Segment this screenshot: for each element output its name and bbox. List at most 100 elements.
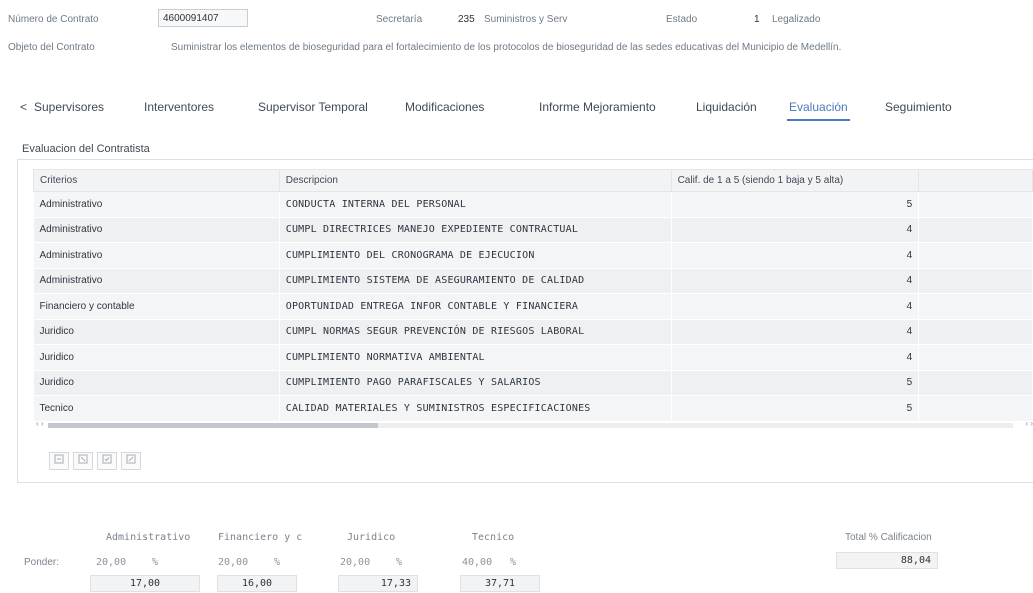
contract-header-row: Número de Contrato Secretaría 235 Sumini…	[0, 10, 1033, 32]
calif-cell[interactable]: 4	[671, 319, 920, 345]
calif-cell[interactable]: 4	[671, 293, 920, 320]
criterio-cell: Administrativo	[33, 217, 280, 243]
evaluation-table: Criterios Descripcion Calif. de 1 a 5 (s…	[33, 169, 1033, 422]
tab-bar: < Supervisores Interventores Supervisor …	[0, 92, 1033, 126]
total-calificacion-value: 88,04	[836, 552, 938, 569]
contract-object-row: Objeto del Contrato Suministrar los elem…	[0, 38, 1033, 60]
table-row[interactable]: Juridico CUMPLIMIENTO NORMATIVA AMBIENTA…	[33, 344, 1033, 371]
summary-header-financiero: Financiero y c	[218, 532, 303, 543]
empty-cell	[918, 370, 1033, 396]
descripcion-cell: CUMPLIMIENTO PAGO PARAFISCALES Y SALARIO…	[279, 370, 672, 396]
summary-header-administrativo: Administrativo	[106, 532, 191, 543]
total-calificacion-label: Total % Calificacion	[845, 532, 932, 543]
empty-cell	[918, 268, 1033, 294]
descripcion-cell: CUMPLIMIENTO DEL CRONOGRAMA DE EJECUCION	[279, 242, 672, 269]
secretaria-label: Secretaría	[376, 14, 423, 25]
secretaria-name: Suministros y Serv	[484, 14, 568, 25]
empty-cell	[918, 217, 1033, 243]
criterio-cell: Juridico	[33, 344, 280, 371]
calif-cell[interactable]: 4	[671, 344, 920, 371]
ponder-juridico-unit: %	[396, 557, 403, 568]
empty-cell	[918, 319, 1033, 345]
section-title: Evaluacion del Contratista	[22, 143, 150, 155]
table-row[interactable]: Administrativo CUMPLIMIENTO SISTEMA DE A…	[33, 268, 1033, 294]
ponder-financiero-unit: %	[274, 557, 281, 568]
criterio-cell: Juridico	[33, 319, 280, 345]
ponder-tecnico-unit: %	[510, 557, 517, 568]
table-row[interactable]: Financiero y contable OPORTUNIDAD ENTREG…	[33, 293, 1033, 320]
calif-cell[interactable]: 5	[671, 395, 920, 422]
empty-cell	[918, 242, 1033, 269]
scroll-arrows-left-icon[interactable]: ‹ ›	[36, 419, 44, 428]
ponder-administrativo-value: 20,00	[96, 557, 127, 568]
scroll-arrows-right-icon[interactable]: ‹ ›	[1025, 419, 1033, 428]
estado-code: 1	[754, 14, 760, 25]
contract-object-value: Suministrar los elementos de biosegurida…	[171, 42, 842, 53]
tab-supervisores[interactable]: Supervisores	[34, 100, 104, 114]
empty-cell	[918, 293, 1033, 320]
empty-cell	[918, 344, 1033, 371]
descripcion-cell: CUMPL DIRECTRICES MANEJO EXPEDIENTE CONT…	[279, 217, 672, 243]
ponder-administrativo-unit: %	[152, 557, 159, 568]
select-all-icon[interactable]	[97, 452, 117, 470]
criterio-cell: Administrativo	[33, 268, 280, 294]
calif-cell[interactable]: 4	[671, 268, 920, 294]
horizontal-scrollbar[interactable]: ‹ › ‹ ›	[36, 419, 1033, 429]
empty-cell	[918, 395, 1033, 422]
table-row[interactable]: Administrativo CUMPLIMIENTO DEL CRONOGRA…	[33, 242, 1033, 269]
descripcion-cell: CALIDAD MATERIALES Y SUMINISTROS ESPECIF…	[279, 395, 672, 422]
calc-financiero: 16,00	[217, 575, 297, 592]
secretaria-code: 235	[458, 14, 475, 25]
table-row[interactable]: Juridico CUMPL NORMAS SEGUR PREVENCIÓN D…	[33, 319, 1033, 345]
summary-header-tecnico: Tecnico	[472, 532, 515, 543]
table-row[interactable]: Tecnico CALIDAD MATERIALES Y SUMINISTROS…	[33, 395, 1033, 422]
tab-informe-mejoramiento[interactable]: Informe Mejoramiento	[539, 100, 656, 114]
descripcion-cell: OPORTUNIDAD ENTREGA INFOR CONTABLE Y FIN…	[279, 293, 672, 320]
criterio-cell: Administrativo	[33, 242, 280, 269]
table-row[interactable]: Administrativo CONDUCTA INTERNA DEL PERS…	[33, 191, 1033, 218]
ponder-label: Ponder:	[24, 557, 60, 568]
tab-liquidacion[interactable]: Liquidación	[696, 100, 757, 114]
ponder-juridico-value: 20,00	[340, 557, 371, 568]
tab-seguimiento[interactable]: Seguimiento	[885, 100, 952, 114]
estado-label: Estado	[666, 14, 698, 25]
estado-name: Legalizado	[772, 14, 821, 25]
deselect-all-icon[interactable]	[121, 452, 141, 470]
tab-evaluacion[interactable]: Evaluación	[787, 100, 850, 121]
descripcion-cell: CUMPL NORMAS SEGUR PREVENCIÓN DE RIESGOS…	[279, 319, 672, 345]
calif-cell[interactable]: 4	[671, 242, 920, 269]
tab-supervisor-temporal[interactable]: Supervisor Temporal	[258, 100, 368, 114]
scroll-thumb[interactable]	[48, 423, 378, 428]
descripcion-cell: CONDUCTA INTERNA DEL PERSONAL	[279, 191, 672, 218]
criterio-cell: Juridico	[33, 370, 280, 396]
insert-row-icon[interactable]	[49, 452, 69, 470]
criterio-cell: Administrativo	[33, 191, 280, 218]
criterio-cell: Financiero y contable	[33, 293, 280, 320]
tab-modificaciones[interactable]: Modificaciones	[405, 100, 484, 114]
table-header-row: Criterios Descripcion Calif. de 1 a 5 (s…	[33, 169, 1033, 192]
column-header-criterios[interactable]: Criterios	[33, 169, 280, 192]
calif-cell[interactable]: 5	[671, 191, 920, 218]
tab-scroll-left-icon[interactable]: <	[20, 100, 27, 114]
calc-tecnico: 37,71	[460, 575, 540, 592]
summary-header-juridico: Juridico	[347, 532, 396, 543]
column-header-empty	[918, 169, 1033, 192]
column-header-descripcion[interactable]: Descripcion	[278, 169, 672, 192]
calif-cell[interactable]: 5	[671, 370, 920, 396]
ponder-tecnico-value: 40,00	[462, 557, 493, 568]
table-row[interactable]: Juridico CUMPLIMIENTO PAGO PARAFISCALES …	[33, 370, 1033, 396]
descripcion-cell: CUMPLIMIENTO NORMATIVA AMBIENTAL	[279, 344, 672, 371]
contract-number-label: Número de Contrato	[8, 14, 99, 25]
contract-number-field[interactable]: 4600091407	[158, 9, 248, 27]
calc-juridico: 17,33	[338, 575, 418, 592]
contract-object-label: Objeto del Contrato	[8, 42, 95, 53]
calif-cell[interactable]: 4	[671, 217, 920, 243]
empty-cell	[918, 191, 1033, 218]
column-header-calificacion[interactable]: Calif. de 1 a 5 (siendo 1 baja y 5 alta)	[670, 169, 920, 192]
tab-interventores[interactable]: Interventores	[144, 100, 214, 114]
delete-row-icon[interactable]	[73, 452, 93, 470]
calc-administrativo: 17,00	[90, 575, 200, 592]
descripcion-cell: CUMPLIMIENTO SISTEMA DE ASEGURAMIENTO DE…	[279, 268, 672, 294]
ponder-financiero-value: 20,00	[218, 557, 249, 568]
table-row[interactable]: Administrativo CUMPL DIRECTRICES MANEJO …	[33, 217, 1033, 243]
